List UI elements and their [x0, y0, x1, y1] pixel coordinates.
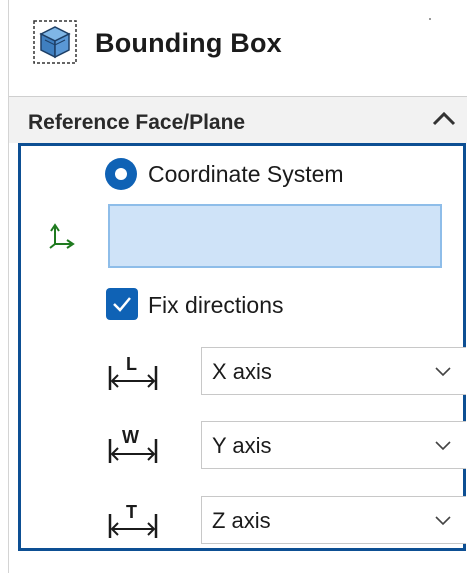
coordinate-system-radio[interactable] — [105, 158, 137, 190]
length-dimension-icon: L — [108, 354, 158, 390]
fix-directions-label: Fix directions — [148, 292, 284, 318]
chevron-down-icon — [435, 367, 451, 377]
chevron-down-icon — [435, 441, 451, 451]
width-axis-dropdown[interactable]: Y axis — [201, 421, 466, 469]
thickness-letter: T — [126, 502, 137, 522]
coordinate-system-selection-box[interactable] — [108, 204, 442, 268]
coordinate-system-label: Coordinate System — [148, 161, 344, 187]
page-title: Bounding Box — [95, 28, 282, 58]
length-axis-dropdown[interactable]: X axis — [201, 347, 466, 395]
header-dot — [429, 18, 431, 20]
coordinate-axes-icon — [49, 223, 75, 249]
panel-header: Bounding Box — [9, 0, 467, 97]
checkmark-icon — [113, 297, 131, 312]
thickness-axis-value: Z axis — [212, 508, 271, 533]
length-letter: L — [126, 354, 137, 374]
thickness-axis-dropdown[interactable]: Z axis — [201, 496, 466, 544]
length-axis-value: X axis — [212, 359, 272, 384]
fix-directions-checkbox[interactable] — [106, 288, 138, 320]
bounding-box-icon — [33, 20, 77, 64]
group-title: Reference Face/Plane — [28, 111, 246, 134]
chevron-down-icon — [435, 516, 451, 526]
width-letter: W — [122, 427, 139, 447]
chevron-up-icon[interactable] — [431, 108, 457, 130]
width-dimension-icon: W — [108, 427, 158, 463]
thickness-dimension-icon: T — [108, 502, 158, 538]
width-axis-value: Y axis — [212, 433, 272, 458]
